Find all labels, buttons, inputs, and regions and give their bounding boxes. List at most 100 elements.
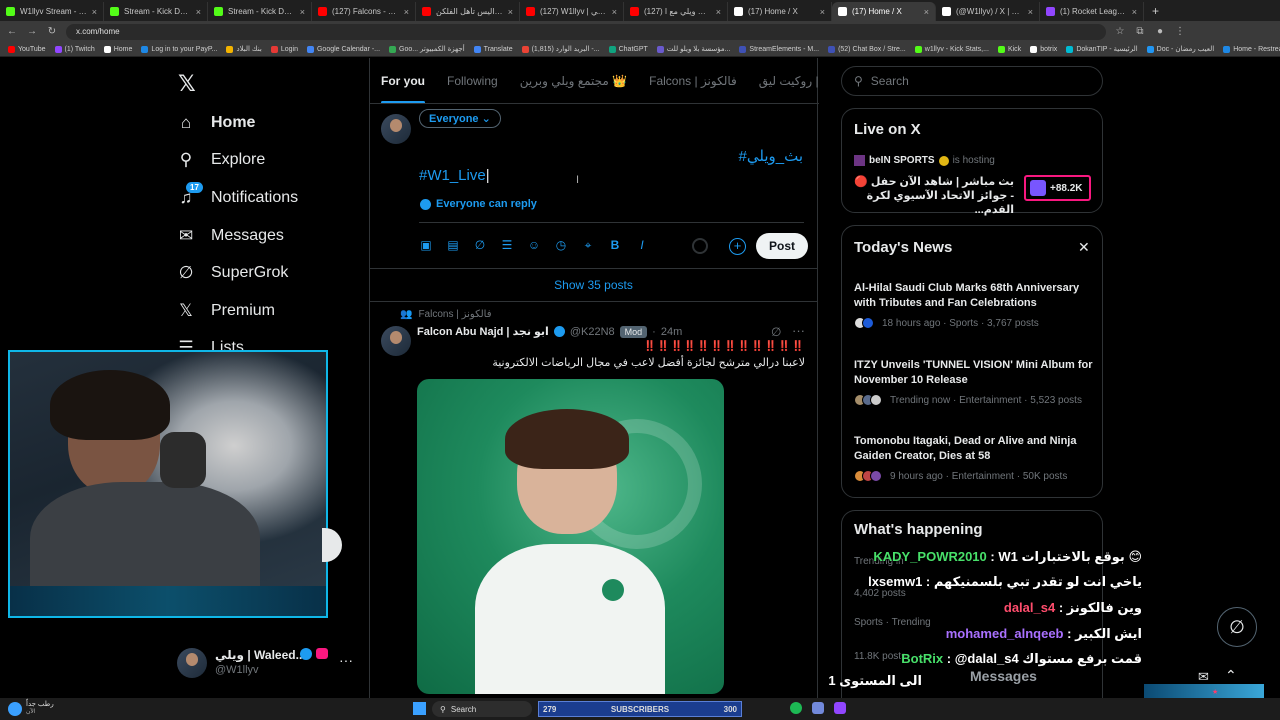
bookmark-item[interactable]: Translate bbox=[473, 45, 513, 53]
post-more-icon[interactable]: ··· bbox=[792, 323, 805, 338]
weather-icon[interactable] bbox=[8, 702, 22, 716]
nav-item-premium[interactable]: 𝕏 Premium bbox=[176, 301, 275, 321]
add-post-icon[interactable]: + bbox=[729, 238, 746, 255]
back-icon[interactable]: ← bbox=[6, 26, 18, 37]
emoji-icon[interactable]: ☺ bbox=[527, 238, 541, 252]
tab-close-icon[interactable]: × bbox=[508, 7, 513, 17]
nav-item-messages[interactable]: ✉ Messages bbox=[176, 226, 284, 246]
bookmark-item[interactable]: YouTube bbox=[8, 45, 46, 53]
schedule-icon[interactable]: ◷ bbox=[554, 238, 568, 252]
x-logo-icon[interactable]: 𝕏 bbox=[178, 71, 196, 97]
browser-tab[interactable]: كواليس تأهل الفلكن... × bbox=[416, 2, 520, 21]
messages-drawer-label[interactable]: Messages bbox=[970, 668, 1037, 684]
timeline-tab[interactable]: روكيت ليق | RL bbox=[748, 58, 819, 103]
post-community[interactable]: 👥 Falcons | فالكونز bbox=[400, 309, 492, 320]
location-icon[interactable]: ⌖ bbox=[581, 238, 595, 252]
bookmark-item[interactable]: botrix bbox=[1030, 45, 1057, 53]
audience-selector[interactable]: Everyone ⌄ bbox=[419, 109, 501, 128]
bookmark-item[interactable]: Log in to your PayP... bbox=[141, 45, 217, 53]
browser-tab[interactable]: (127) Falcons - YouTube × bbox=[312, 2, 416, 21]
bookmark-item[interactable]: Goo... أجهزة الكمبيوتر bbox=[389, 45, 465, 53]
chat-username[interactable]: BotRix bbox=[901, 651, 943, 666]
browser-tab[interactable]: (@W1llyv) / X | ويلي × bbox=[936, 2, 1040, 21]
browser-tab[interactable]: Stream - Kick Dashboard × bbox=[104, 2, 208, 21]
reload-icon[interactable]: ↻ bbox=[46, 26, 58, 37]
tab-close-icon[interactable]: × bbox=[92, 7, 97, 17]
browser-tab[interactable]: (127) W1llyv | ويلي - You... × bbox=[520, 2, 624, 21]
grok-icon[interactable]: ∅ bbox=[771, 325, 781, 339]
discord-icon[interactable] bbox=[812, 702, 824, 714]
bookmark-item[interactable]: Home bbox=[103, 45, 132, 53]
post-image[interactable] bbox=[417, 379, 724, 694]
bookmark-item[interactable]: DokanTIP - الرئيسية bbox=[1066, 45, 1138, 53]
tab-close-icon[interactable]: × bbox=[1028, 7, 1033, 17]
bookmark-star-icon[interactable]: ☆ bbox=[1114, 26, 1126, 37]
bookmark-item[interactable]: Doc - العيب رمضان bbox=[1146, 45, 1214, 53]
tab-close-icon[interactable]: × bbox=[1132, 7, 1137, 17]
browser-tab[interactable]: Stream - Kick Dashboard × bbox=[208, 2, 312, 21]
live-listeners[interactable]: +88.2K bbox=[1024, 175, 1091, 201]
chat-username[interactable]: dalal_s4 bbox=[1004, 600, 1055, 615]
tab-close-icon[interactable]: × bbox=[924, 7, 929, 17]
bookmark-item[interactable]: Login bbox=[270, 45, 298, 53]
bookmark-item[interactable]: w1llyv - Kick Stats,... bbox=[914, 45, 989, 53]
post-time[interactable]: 24m bbox=[661, 326, 682, 338]
tab-close-icon[interactable]: × bbox=[716, 7, 721, 17]
bookmark-item[interactable]: (1) Twitch bbox=[54, 45, 95, 53]
nav-item-explore[interactable]: ⚲ Explore bbox=[176, 150, 265, 170]
extensions-icon[interactable]: ⧉ bbox=[1134, 26, 1146, 37]
windows-start-icon[interactable] bbox=[413, 702, 426, 715]
live-title[interactable]: بث مباشر | شاهد الآن حفل 🔴 - جوائز الاتح… bbox=[854, 175, 1014, 217]
bookmark-item[interactable]: Google Calendar -... bbox=[306, 45, 380, 53]
bookmark-item[interactable]: بنك البلاد bbox=[226, 45, 262, 53]
gif-icon[interactable]: ▤ bbox=[446, 238, 460, 252]
tab-close-icon[interactable]: × bbox=[300, 7, 305, 17]
bookmark-item[interactable]: StreamElements - M... bbox=[739, 45, 819, 53]
chat-username[interactable]: lxsemw1 bbox=[868, 574, 922, 589]
bookmark-item[interactable]: (52) Chat Box / Stre... bbox=[828, 45, 906, 53]
profile-icon[interactable]: ● bbox=[1154, 26, 1166, 37]
timeline-tab[interactable]: Following bbox=[436, 58, 509, 103]
timeline-tab[interactable]: For you bbox=[370, 58, 436, 103]
tab-close-icon[interactable]: × bbox=[196, 7, 201, 17]
profile-avatar[interactable] bbox=[177, 648, 207, 678]
new-tab-icon[interactable]: + bbox=[1144, 2, 1167, 21]
expand-icon[interactable]: ⌃ bbox=[1225, 667, 1237, 684]
show-posts-button[interactable]: Show 35 posts bbox=[370, 270, 817, 300]
address-bar[interactable]: x.com/home bbox=[66, 23, 1106, 40]
browser-tab[interactable]: (17) Home / X × bbox=[728, 2, 832, 21]
browser-tab[interactable]: (1) Rocket League - Twitc... × bbox=[1040, 2, 1144, 21]
chat-username[interactable]: mohamed_alnqeeb bbox=[946, 626, 1064, 641]
tab-close-icon[interactable]: × bbox=[820, 7, 825, 17]
taskbar-search[interactable]: ⚲ Search bbox=[432, 701, 532, 717]
post-author-avatar[interactable] bbox=[381, 326, 411, 356]
bookmark-item[interactable]: Kick bbox=[997, 45, 1021, 53]
forward-icon[interactable]: → bbox=[26, 26, 38, 37]
post-author-handle[interactable]: @K22N8 bbox=[570, 326, 615, 338]
bookmark-item[interactable]: مؤسسة بلا ويلو للت... bbox=[656, 45, 730, 53]
grok-float-icon[interactable]: ∅ bbox=[1217, 607, 1257, 647]
app-icon[interactable] bbox=[834, 702, 846, 714]
new-message-icon[interactable]: ✉ bbox=[1198, 669, 1209, 685]
live-host[interactable]: beIN SPORTS is hosting bbox=[854, 155, 995, 166]
browser-tab[interactable]: (17) Home / X × bbox=[832, 2, 936, 21]
media-icon[interactable]: ▣ bbox=[419, 238, 433, 252]
compose-text-input[interactable]: #W1_Live| bbox=[419, 167, 490, 184]
search-box[interactable]: ⚲ Search bbox=[841, 66, 1103, 96]
tab-close-icon[interactable]: × bbox=[404, 7, 409, 17]
browser-tab[interactable]: (127) سيس جيم ويلي مع ا... × bbox=[624, 2, 728, 21]
italic-icon[interactable]: I bbox=[635, 238, 649, 252]
timeline-tab[interactable]: مجتمع ويلي وبرين 👑 bbox=[509, 58, 638, 103]
browser-tab[interactable]: W1llyv Stream - Watch Li... × bbox=[0, 2, 104, 21]
close-icon[interactable]: ✕ bbox=[1078, 239, 1090, 256]
nav-item-supergrok[interactable]: ∅ SuperGrok bbox=[176, 263, 289, 283]
timeline-tab[interactable]: Falcons | فالكونز bbox=[638, 58, 748, 103]
post-button[interactable]: Post bbox=[756, 233, 809, 259]
bookmark-item[interactable]: (1,815) البريد الوارد -... bbox=[521, 45, 600, 53]
menu-icon[interactable]: ⋮ bbox=[1174, 26, 1186, 37]
tab-close-icon[interactable]: × bbox=[612, 7, 617, 17]
grok-icon[interactable]: ∅ bbox=[473, 238, 487, 252]
nav-item-home[interactable]: ⌂ Home bbox=[176, 113, 256, 133]
bookmark-item[interactable]: Home - Restream bbox=[1223, 45, 1280, 53]
chat-username[interactable]: KADY_POWR2010 bbox=[873, 549, 986, 564]
